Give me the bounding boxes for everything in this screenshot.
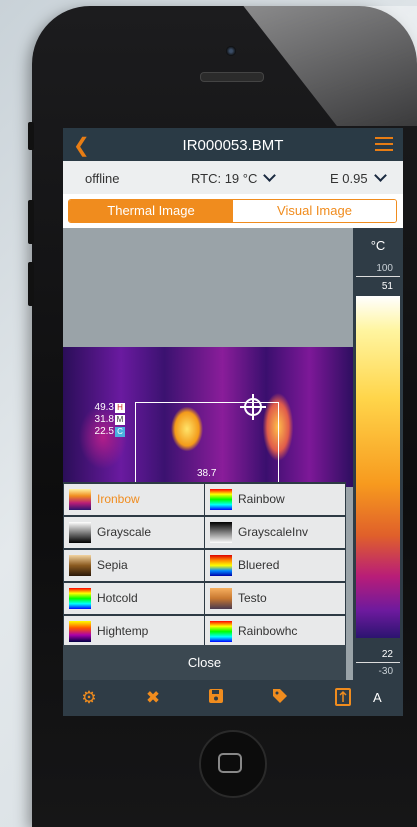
palette-hightemp[interactable]: Hightemp <box>64 616 204 647</box>
emissivity-dropdown[interactable]: E 0.95 <box>330 169 387 186</box>
max-temp-label: 49.3 H <box>85 402 125 413</box>
grayscale-swatch-icon <box>69 522 91 543</box>
scale-divider <box>356 662 400 663</box>
palette-ironbow[interactable]: Ironbow <box>64 484 204 515</box>
scale-range-min: -30 <box>378 666 393 677</box>
chevron-down-icon <box>373 169 387 182</box>
rainbow-swatch-icon <box>210 489 232 510</box>
tab-visual-image[interactable]: Visual Image <box>233 200 396 222</box>
min-tag: C <box>115 427 125 437</box>
scale-unit: °C <box>370 238 386 253</box>
rtc-dropdown[interactable]: RTC: 19 °C <box>191 169 277 186</box>
sepia-swatch-icon <box>69 555 91 576</box>
title-bar: ❮ IR000053.BMT <box>63 128 403 161</box>
max-tag: H <box>115 403 125 413</box>
rainbowhc-swatch-icon <box>210 621 232 642</box>
scale-divider <box>356 276 400 277</box>
connection-status: offline <box>85 171 120 186</box>
ironbow-swatch-icon <box>69 489 91 510</box>
front-camera <box>226 46 236 56</box>
scale-min[interactable]: 22 <box>382 649 393 660</box>
hotcold-swatch-icon <box>69 588 91 609</box>
app-screen: ❮ IR000053.BMT offline RTC: 19 °C E 0.95… <box>63 128 403 716</box>
palette-hotcold[interactable]: Hotcold <box>64 583 204 614</box>
auto-mode-label[interactable]: A <box>373 690 382 705</box>
volume-down-button <box>28 262 34 306</box>
home-square-icon <box>218 753 242 773</box>
rtc-label: RTC: 19 °C <box>191 171 258 186</box>
tools-icon[interactable]: ✖ <box>143 688 163 708</box>
hightemp-swatch-icon <box>69 621 91 642</box>
testo-swatch-icon <box>210 588 232 609</box>
image-mode-tabs: Thermal Image Visual Image <box>68 199 397 223</box>
chevron-down-icon <box>263 169 277 182</box>
temperature-scale: °C 100 51 22 -30 <box>353 228 403 680</box>
scale-range-max: 100 <box>376 263 393 274</box>
file-title: IR000053.BMT <box>182 137 284 154</box>
tag-icon[interactable] <box>270 688 290 708</box>
palette-bluered[interactable]: Bluered <box>205 550 345 581</box>
palette-testo[interactable]: Testo <box>205 583 345 614</box>
palette-grayscale[interactable]: Grayscale <box>64 517 204 548</box>
scale-max[interactable]: 51 <box>382 281 393 292</box>
volume-up-button <box>28 200 34 244</box>
palette-sepia[interactable]: Sepia <box>64 550 204 581</box>
emissivity-label: E 0.95 <box>330 171 368 186</box>
earpiece-speaker <box>200 72 264 82</box>
mean-tag: M <box>115 415 125 425</box>
tab-thermal-image[interactable]: Thermal Image <box>69 200 233 222</box>
bluered-swatch-icon <box>210 555 232 576</box>
palette-menu: Ironbow Rainbow Grayscale GrayscaleInv S… <box>63 482 346 647</box>
settings-icon[interactable]: ⚙ <box>79 688 99 708</box>
color-scale-bar <box>356 296 400 638</box>
close-button[interactable]: Close <box>63 645 346 680</box>
mean-temp-label: 31.8 M <box>94 414 125 425</box>
hotspot-label: 38.7 <box>197 468 217 479</box>
crop-icon[interactable] <box>333 688 353 708</box>
crosshair-icon[interactable] <box>240 394 266 420</box>
hamburger-menu-icon[interactable] <box>375 137 393 155</box>
grayscaleinv-swatch-icon <box>210 522 232 543</box>
status-bar: offline RTC: 19 °C E 0.95 <box>63 161 403 194</box>
palette-rainbow[interactable]: Rainbow <box>205 484 345 515</box>
palette-grayscaleinv[interactable]: GrayscaleInv <box>205 517 345 548</box>
palette-rainbowhc[interactable]: Rainbowhc <box>205 616 345 647</box>
bottom-toolbar: ⚙ ✖ A <box>63 680 403 716</box>
mute-switch <box>28 122 34 150</box>
save-icon[interactable] <box>206 688 226 708</box>
min-temp-label: 22.5 C <box>85 426 125 437</box>
